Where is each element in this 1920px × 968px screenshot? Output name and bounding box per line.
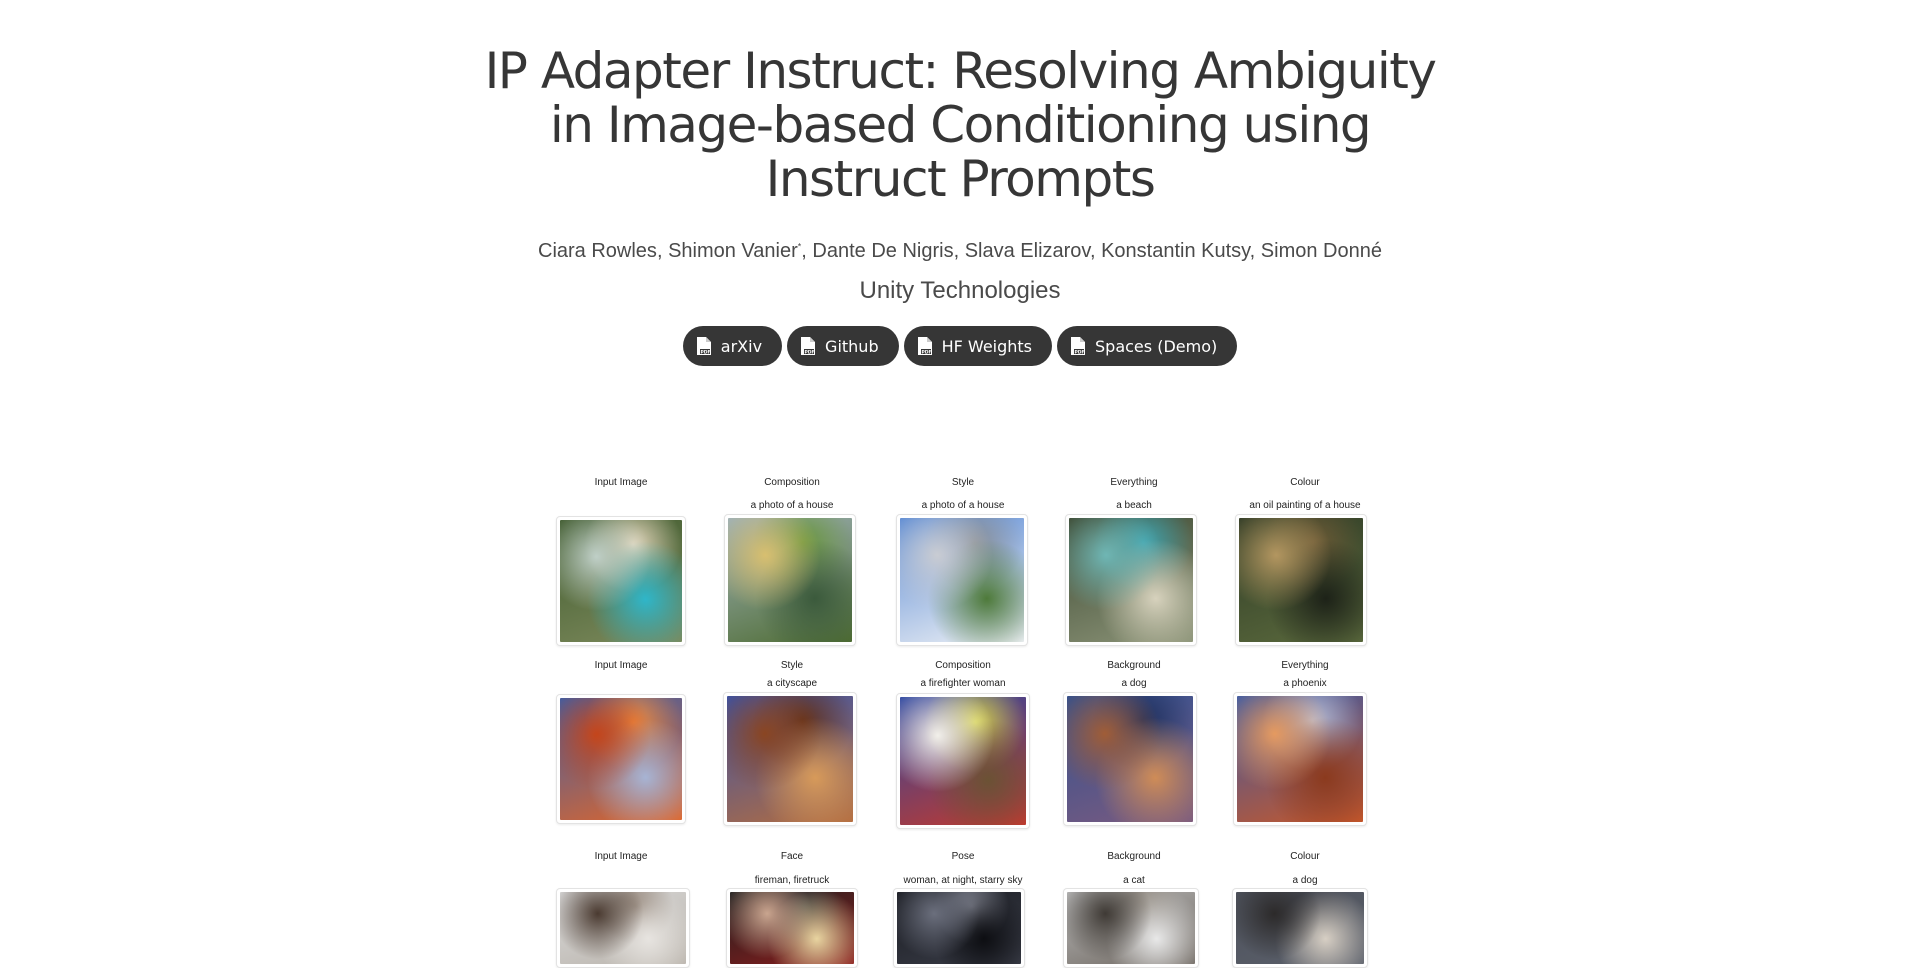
affiliation: Unity Technologies xyxy=(859,277,1061,304)
example-prompt: fireman, firetruck xyxy=(754,875,830,886)
output-image xyxy=(896,514,1028,646)
image-placeholder xyxy=(1236,892,1364,964)
example-condition-label: Input Image xyxy=(594,851,648,862)
svg-text:PDF: PDF xyxy=(921,350,931,356)
pdf-file-icon: PDF xyxy=(696,337,711,356)
output-image xyxy=(1235,514,1367,646)
output-image xyxy=(1233,692,1367,826)
author[interactable]: Ciara Rowles xyxy=(538,240,657,262)
image-placeholder xyxy=(1067,892,1195,964)
example-prompt: a dog xyxy=(1121,678,1147,689)
example-condition-label: Background xyxy=(1107,660,1161,671)
image-placeholder xyxy=(560,698,682,820)
svg-text:PDF: PDF xyxy=(700,350,710,356)
output-image xyxy=(893,888,1025,968)
author[interactable]: Slava Elizarov xyxy=(965,240,1090,262)
image-placeholder xyxy=(1239,518,1363,642)
example-condition-label: Pose xyxy=(951,851,975,862)
example-condition-label: Everything xyxy=(1110,477,1158,488)
example-prompt: a photo of a house xyxy=(921,500,1005,511)
example-condition-label: Face xyxy=(780,851,804,862)
output-image xyxy=(1063,888,1199,968)
image-placeholder xyxy=(900,697,1026,825)
image-placeholder xyxy=(1237,696,1363,822)
example-condition-label: Input Image xyxy=(594,477,648,488)
example-condition-label: Colour xyxy=(1290,477,1320,488)
link-buttons: PDF arXiv PDF Github PDF HF Weights PDF … xyxy=(0,326,1920,366)
image-placeholder xyxy=(730,892,854,964)
button-label: HF Weights xyxy=(941,336,1033,356)
author[interactable]: Konstantin Kutsy xyxy=(1101,240,1250,262)
example-prompt: woman, at night, starry sky xyxy=(903,875,1023,886)
author[interactable]: Shimon Vanier* xyxy=(668,240,801,262)
image-placeholder xyxy=(560,520,682,642)
hf-weights-button[interactable]: PDF HF Weights xyxy=(903,326,1053,366)
example-condition-label: Composition xyxy=(764,477,820,488)
svg-text:PDF: PDF xyxy=(805,350,815,356)
output-image xyxy=(723,692,857,826)
github-button[interactable]: PDF Github xyxy=(787,326,899,366)
example-prompt: a dog xyxy=(1292,875,1318,886)
svg-text:PDF: PDF xyxy=(1075,350,1085,356)
author-list: Ciara Rowles, Shimon Vanier*, Dante De N… xyxy=(538,240,1382,262)
example-prompt: an oil painting of a house xyxy=(1249,500,1361,511)
output-image xyxy=(1232,888,1368,968)
example-prompt: a beach xyxy=(1116,500,1152,511)
example-condition-label: Colour xyxy=(1290,851,1320,862)
input-image xyxy=(556,694,686,824)
input-image xyxy=(556,516,686,646)
image-placeholder xyxy=(897,892,1021,964)
example-prompt: a firefighter woman xyxy=(920,678,1006,689)
example-condition-label: Background xyxy=(1107,851,1161,862)
output-image xyxy=(1063,692,1197,826)
arxiv-button[interactable]: PDF arXiv xyxy=(682,326,783,366)
output-image xyxy=(896,693,1030,829)
author[interactable]: Simon Donné xyxy=(1261,240,1382,262)
example-condition-label: Input Image xyxy=(594,660,648,671)
example-prompt: a cat xyxy=(1123,875,1145,886)
image-placeholder xyxy=(727,696,853,822)
pdf-file-icon: PDF xyxy=(917,337,932,356)
example-condition-label: Style xyxy=(951,477,975,488)
example-prompt: a photo of a house xyxy=(750,500,834,511)
button-label: arXiv xyxy=(720,336,763,356)
output-image xyxy=(726,888,858,968)
spaces-demo-button[interactable]: PDF Spaces (Demo) xyxy=(1057,326,1238,366)
example-prompt: a phoenix xyxy=(1283,678,1327,689)
output-image xyxy=(1065,514,1197,646)
pdf-file-icon: PDF xyxy=(1071,337,1086,356)
image-placeholder xyxy=(728,518,852,642)
output-image xyxy=(724,514,856,646)
author-footnote-mark: * xyxy=(797,241,802,252)
image-placeholder xyxy=(900,518,1024,642)
page-title: IP Adapter Instruct: Resolving Ambiguity… xyxy=(484,42,1437,208)
button-label: Github xyxy=(825,336,879,356)
button-label: Spaces (Demo) xyxy=(1095,336,1218,356)
example-condition-label: Composition xyxy=(935,660,991,671)
input-image xyxy=(556,888,690,968)
author[interactable]: Dante De Nigris xyxy=(812,240,953,262)
example-condition-label: Everything xyxy=(1281,660,1329,671)
example-prompt: a cityscape xyxy=(766,678,818,689)
image-placeholder xyxy=(1067,696,1193,822)
pdf-file-icon: PDF xyxy=(801,337,816,356)
example-condition-label: Style xyxy=(780,660,804,671)
image-placeholder xyxy=(1069,518,1193,642)
image-placeholder xyxy=(560,892,686,964)
